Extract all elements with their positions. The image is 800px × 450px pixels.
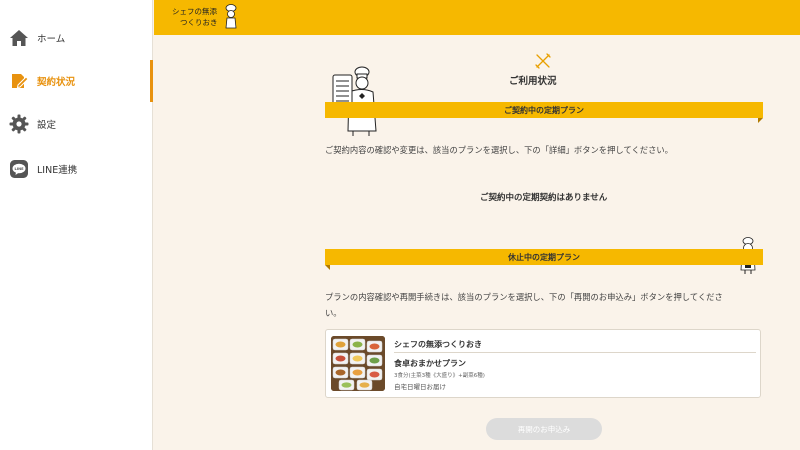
- main-content: ご利用状況 ご契約中の定期プラン ご契約内容の確認や変更は、該当のプランを選択し…: [154, 35, 800, 450]
- sidebar-item-contract[interactable]: 契約状況: [0, 63, 153, 99]
- description-line-1: プランの内容確認や再開手続きは、該当のプランを選択し、下の「再開のお申込み」ボタ…: [325, 292, 723, 302]
- sidebar-item-settings[interactable]: 設定: [0, 106, 153, 142]
- logo-line-1: シェフの無添: [172, 7, 217, 16]
- brand-logo[interactable]: シェフの無添 つくりおき: [172, 4, 237, 30]
- sidebar-item-line[interactable]: LINE LINE連携: [0, 151, 153, 187]
- sidebar: ホーム 契約状況 設定 LINE LINE連携: [0, 0, 153, 450]
- svg-text:LINE: LINE: [14, 167, 24, 171]
- sidebar-item-label: ホーム: [37, 34, 66, 45]
- active-plans-description: ご契約内容の確認や変更は、該当のプランを選択し、下の「詳細」ボタンを押してくださ…: [325, 145, 673, 155]
- sidebar-item-label: 設定: [37, 120, 57, 131]
- resume-button[interactable]: 再開のお申込み: [486, 418, 602, 440]
- active-plans-title: ご契約中の定期プラン: [504, 105, 584, 115]
- sidebar-item-home[interactable]: ホーム: [0, 20, 153, 56]
- gear-icon: [9, 114, 29, 134]
- paused-plan-card[interactable]: シェフの無添つくりおき 食卓おまかせプラン 3食分(主菜3種《大盛り》+副菜6種…: [325, 329, 761, 398]
- meal-photo: [331, 336, 385, 391]
- page-title: ご利用状況: [509, 76, 557, 87]
- paused-plans-banner: 休止中の定期プラン: [325, 249, 763, 270]
- logo-line-2: つくりおき: [180, 18, 218, 27]
- paused-plans-description: プランの内容確認や再開手続きは、該当のプランを選択し、下の「再開のお申込み」ボタ…: [325, 289, 770, 321]
- plan-detail: 3食分(主菜3種《大盛り》+副菜6種): [394, 373, 485, 379]
- plan-service-name: シェフの無添つくりおき: [394, 340, 482, 349]
- utensils-icon: [535, 53, 551, 69]
- home-icon: [10, 30, 28, 46]
- active-plans-banner: ご契約中の定期プラン: [325, 102, 763, 123]
- header-bar: シェフの無添 つくりおき: [154, 0, 800, 35]
- plan-divider: [394, 352, 756, 353]
- chef-illustration: [332, 66, 377, 136]
- chef-logo-icon: [225, 4, 237, 29]
- sidebar-item-label: LINE連携: [37, 165, 78, 176]
- empty-message: ご契約中の定期契約はありません: [480, 193, 608, 203]
- active-indicator: [150, 60, 153, 102]
- plan-delivery: 自宅日曜日お届け: [394, 383, 446, 391]
- plan-name: 食卓おまかせプラン: [394, 359, 466, 368]
- sidebar-item-label: 契約状況: [37, 77, 76, 88]
- paused-plans-title: 休止中の定期プラン: [508, 252, 580, 262]
- contract-icon: [12, 74, 29, 89]
- line-icon: LINE: [10, 160, 28, 178]
- description-line-2: い。: [325, 308, 342, 318]
